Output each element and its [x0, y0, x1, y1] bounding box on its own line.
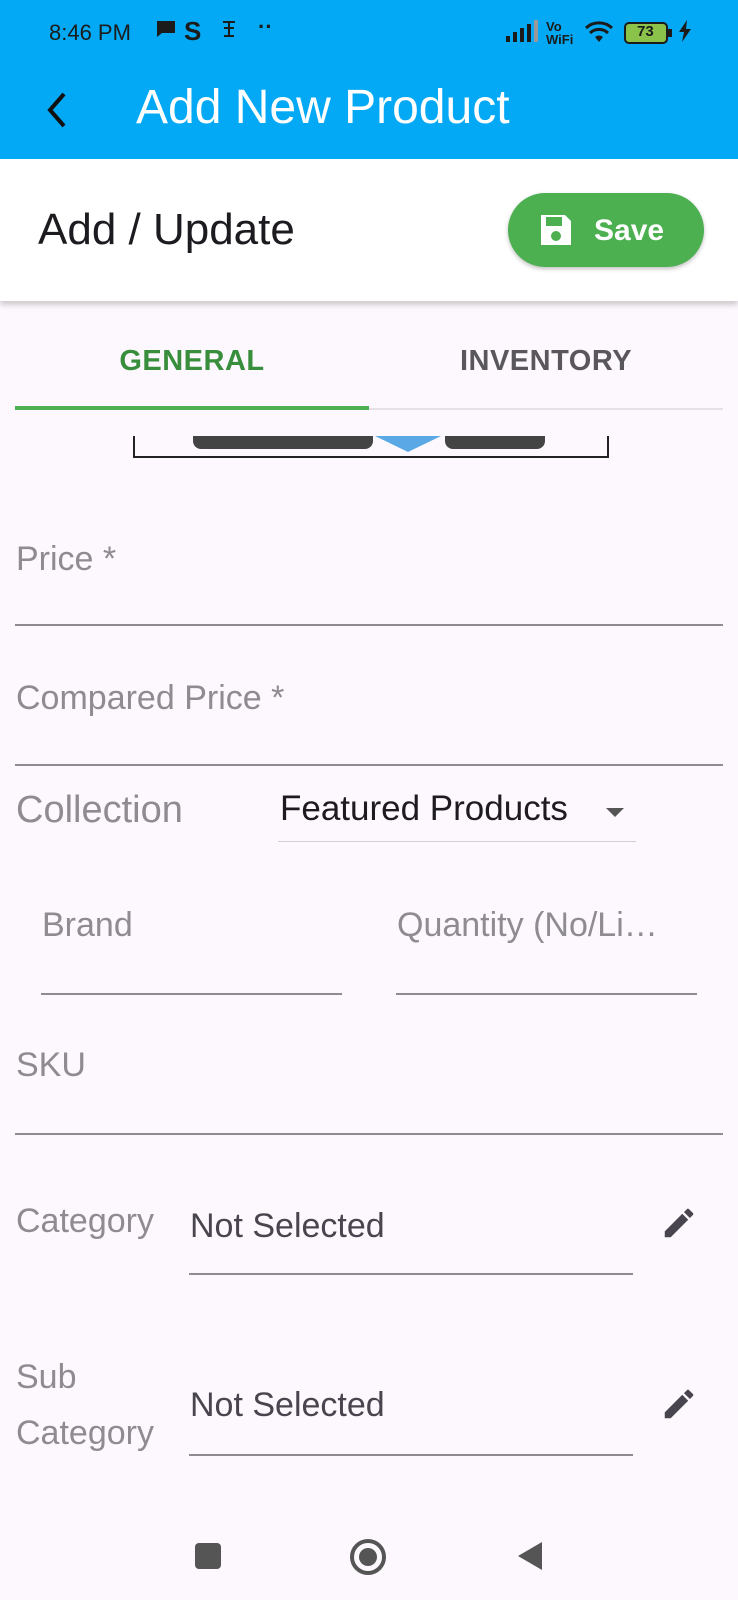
tab-bar: GENERAL INVENTORY: [15, 318, 723, 410]
message-icon: [155, 18, 177, 46]
price-underline: [15, 624, 723, 626]
image-bar-right: [445, 436, 545, 449]
brand-underline: [41, 993, 342, 995]
brand-field[interactable]: Brand: [42, 906, 133, 945]
home-circle-icon: [350, 1539, 386, 1575]
app-bar: Add New Product: [0, 66, 738, 159]
tab-inventory[interactable]: INVENTORY: [369, 318, 723, 406]
back-button[interactable]: [38, 84, 74, 136]
subcategory-underline: [189, 1454, 633, 1456]
floppy-disk-icon: [541, 215, 571, 245]
chevron-left-icon: [47, 92, 66, 128]
status-bar: 8:46 PM S ·· Vo WiFi 73: [0, 0, 738, 66]
battery-level: 73: [637, 23, 654, 40]
app-bar-title: Add New Product: [136, 81, 510, 134]
category-underline: [189, 1273, 633, 1275]
signal-icon: [506, 20, 538, 48]
quantity-underline: [396, 993, 697, 995]
product-image-preview[interactable]: [133, 436, 609, 458]
compared-price-underline: [15, 764, 723, 766]
collection-underline: [278, 841, 636, 842]
square-icon: [195, 1543, 221, 1569]
category-label: Category: [16, 1202, 154, 1240]
app-notification-icon: [220, 18, 238, 46]
vowifi-label: Vo WiFi: [546, 19, 574, 47]
system-nav-bar: [0, 1510, 738, 1600]
sub-header: Add / Update Save: [0, 159, 738, 301]
category-value[interactable]: Not Selected: [190, 1207, 385, 1246]
dropdown-caret-icon[interactable]: [606, 808, 624, 817]
tab-general[interactable]: GENERAL: [15, 318, 369, 406]
charging-icon: [678, 20, 692, 48]
page-title: Add / Update: [38, 205, 295, 254]
subcategory-value[interactable]: Not Selected: [190, 1386, 385, 1425]
quantity-field[interactable]: Quantity (No/Li…: [397, 906, 658, 945]
save-button-label: Save: [594, 214, 665, 247]
triangle-back-icon: [518, 1542, 542, 1570]
save-button[interactable]: Save: [508, 193, 704, 267]
collection-dropdown[interactable]: Featured Products: [280, 789, 568, 829]
subcategory-label-line2: Category: [16, 1414, 154, 1452]
home-button[interactable]: [349, 1538, 387, 1581]
collection-label: Collection: [16, 789, 183, 831]
compared-price-field[interactable]: Compared Price *: [16, 679, 284, 718]
recents-button[interactable]: [194, 1542, 222, 1575]
pencil-icon: [664, 1208, 694, 1238]
sku-field[interactable]: SKU: [16, 1046, 86, 1085]
sku-underline: [15, 1133, 723, 1135]
back-nav-button[interactable]: [516, 1540, 544, 1577]
image-blue-mark: [375, 436, 441, 452]
edit-category-button[interactable]: [660, 1204, 698, 1247]
pencil-icon: [664, 1389, 694, 1419]
image-bar-left: [193, 436, 373, 449]
tab-indicator: [15, 406, 369, 410]
edit-subcategory-button[interactable]: [660, 1385, 698, 1428]
status-time: 8:46 PM: [49, 20, 131, 45]
price-field[interactable]: Price *: [16, 540, 116, 579]
s-app-icon: S: [184, 16, 202, 46]
wifi-icon: [584, 20, 614, 50]
subcategory-label-line1: Sub: [16, 1358, 77, 1396]
more-dots-icon: ··: [258, 14, 273, 39]
